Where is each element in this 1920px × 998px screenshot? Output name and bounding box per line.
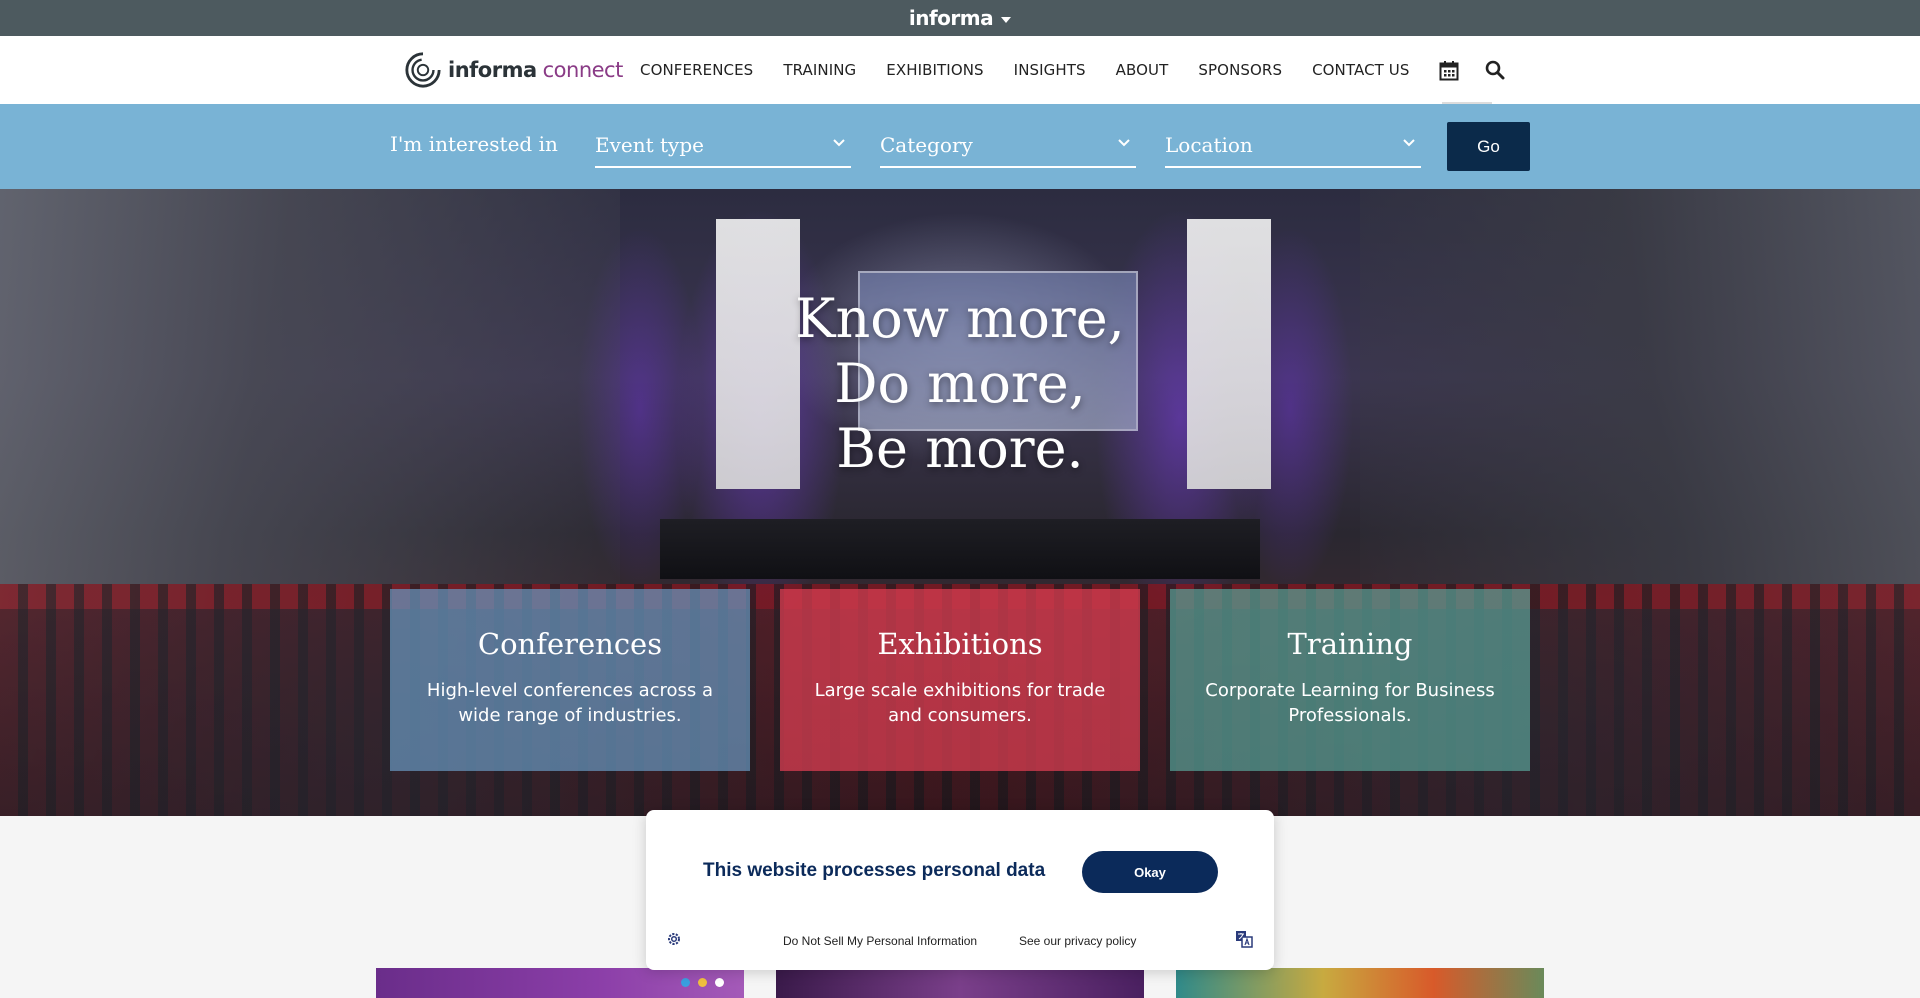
- logo-swirl-icon: [405, 52, 441, 88]
- exhibitions-card[interactable]: Exhibitions Large scale exhibitions for …: [780, 589, 1140, 771]
- category-label: Category: [880, 133, 973, 157]
- headline-line-1: Know more,: [795, 287, 1125, 350]
- do-not-sell-link[interactable]: Do Not Sell My Personal Information: [783, 934, 977, 948]
- card-description: Corporate Learning for Business Professi…: [1205, 680, 1495, 726]
- filter-lead-text: I'm interested in: [390, 132, 558, 156]
- calendar-icon[interactable]: [1439, 60, 1459, 81]
- informa-brand-label: informa: [908, 6, 994, 30]
- featured-thumbnail[interactable]: [776, 968, 1144, 998]
- card-title: Training: [1287, 627, 1413, 661]
- informa-connect-logo[interactable]: informa connect: [404, 50, 623, 90]
- nav-item-contact-us[interactable]: CONTACT US: [1312, 61, 1409, 79]
- logo-word-informa: informa: [448, 58, 537, 82]
- card-title: Conferences: [477, 627, 663, 661]
- nav-menu: CONFERENCES TRAINING EXHIBITIONS INSIGHT…: [640, 36, 1531, 104]
- featured-thumbnail[interactable]: [376, 968, 744, 998]
- headline-line-3: Be more.: [836, 417, 1084, 480]
- event-type-label: Event type: [595, 133, 704, 157]
- location-select[interactable]: Location: [1165, 124, 1421, 168]
- consent-message: This website processes personal data: [703, 860, 1046, 881]
- main-nav: informa connect CONFERENCES TRAINING EXHI…: [0, 36, 1920, 104]
- headline-line-2: Do more,: [834, 352, 1086, 415]
- nav-item-sponsors[interactable]: SPONSORS: [1198, 61, 1282, 79]
- hero-section: Know more, Do more, Be more. Conferences…: [0, 189, 1920, 816]
- informa-brand-menu[interactable]: informa: [908, 6, 1012, 30]
- informa-topbar: informa: [0, 0, 1920, 36]
- thumbnail-decoration: [681, 978, 724, 987]
- search-icon[interactable]: [1485, 60, 1505, 80]
- chevron-down-icon: [1118, 139, 1130, 147]
- privacy-policy-link[interactable]: See our privacy policy: [1019, 934, 1136, 948]
- logo-word-connect: connect: [542, 58, 624, 82]
- card-description: Large scale exhibitions for trade and co…: [814, 680, 1106, 726]
- category-select[interactable]: Category: [880, 124, 1136, 168]
- nav-item-insights[interactable]: INSIGHTS: [1014, 61, 1086, 79]
- nav-item-exhibitions[interactable]: EXHIBITIONS: [886, 61, 983, 79]
- nav-item-about[interactable]: ABOUT: [1116, 61, 1169, 79]
- nav-item-training[interactable]: TRAINING: [783, 61, 856, 79]
- hero-background-stage: [660, 519, 1260, 579]
- go-button[interactable]: Go: [1447, 122, 1530, 171]
- caret-down-icon: [1001, 16, 1012, 23]
- okay-button[interactable]: Okay: [1082, 851, 1218, 893]
- training-card[interactable]: Training Corporate Learning for Business…: [1170, 589, 1530, 771]
- nav-item-conferences[interactable]: CONFERENCES: [640, 61, 753, 79]
- hero-headline: Know more, Do more, Be more.: [0, 286, 1920, 481]
- translate-icon[interactable]: [1235, 930, 1253, 953]
- card-title: Exhibitions: [877, 627, 1043, 661]
- chevron-down-icon: [1403, 139, 1415, 147]
- card-description: High-level conferences across a wide ran…: [426, 680, 714, 726]
- event-type-select[interactable]: Event type: [595, 124, 851, 168]
- location-label: Location: [1165, 133, 1253, 157]
- settings-gear-icon[interactable]: [666, 931, 682, 952]
- featured-thumbnail[interactable]: [1176, 968, 1544, 998]
- event-filter-bar: I'm interested in Event type Category Lo…: [0, 104, 1920, 189]
- privacy-consent-dialog: This website processes personal data Oka…: [646, 810, 1274, 970]
- chevron-down-icon: [833, 139, 845, 147]
- conferences-card[interactable]: Conferences High-level conferences acros…: [390, 589, 750, 771]
